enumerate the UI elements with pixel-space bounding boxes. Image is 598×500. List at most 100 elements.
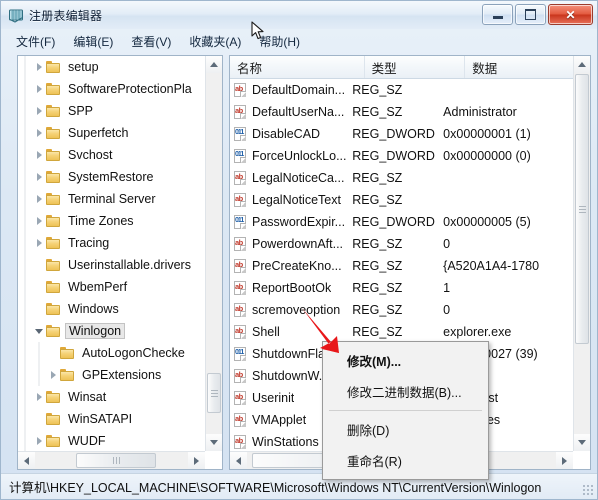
tree-item-wbemperf[interactable]: WbemPerf — [18, 276, 205, 298]
table-row[interactable]: ab scremoveoption REG_SZ 0 — [230, 299, 573, 321]
tree-vertical-scrollbar[interactable] — [205, 56, 222, 451]
tree-hscroll-thumb[interactable] — [76, 453, 156, 468]
expand-arrow-icon[interactable] — [32, 100, 46, 122]
table-row[interactable]: ab PreCreateKno... REG_SZ {A520A1A4-1780 — [230, 255, 573, 277]
table-row[interactable]: 011 PasswordExpir... REG_DWORD 0x00000005 (… — [230, 211, 573, 233]
table-row[interactable]: 011 DisableCAD REG_DWORD 0x00000001 (1) — [230, 123, 573, 145]
tree-scroll-right-button[interactable] — [188, 452, 205, 469]
menu-help[interactable]: 帮助(H) — [250, 30, 309, 53]
expand-arrow-icon[interactable] — [32, 210, 46, 232]
maximize-button[interactable] — [515, 4, 546, 25]
tree-scroll-left-button[interactable] — [18, 452, 35, 469]
column-name[interactable]: 名称 — [230, 56, 365, 78]
context-rename[interactable]: 重命名(R) — [323, 445, 488, 476]
value-name-text: ForceUnlockLo... — [252, 149, 347, 163]
tree-scroll-up-button[interactable] — [206, 56, 222, 73]
tree-item-systemrestore[interactable]: SystemRestore — [18, 166, 205, 188]
title-bar[interactable]: 注册表编辑器 ✕ — [1, 1, 597, 29]
tree-item-autologonchecke[interactable]: AutoLogonChecke — [18, 342, 205, 364]
table-row[interactable]: ab Shell REG_SZ explorer.exe — [230, 321, 573, 343]
tree-scroll-down-button[interactable] — [206, 434, 222, 451]
collapse-arrow-icon[interactable] — [32, 320, 46, 342]
expand-arrow-icon[interactable] — [32, 144, 46, 166]
context-modify[interactable]: 修改(M)... — [323, 345, 488, 376]
list-scroll-down-button[interactable] — [574, 434, 590, 451]
expand-arrow-icon[interactable] — [32, 56, 46, 78]
tree-item-winlogon[interactable]: Winlogon — [18, 320, 205, 342]
tree-item-softwareprotectionpla[interactable]: SoftwareProtectionPla — [18, 78, 205, 100]
value-data-cell: 0x00000005 (5) — [443, 215, 531, 229]
menu-favorites[interactable]: 收藏夹(A) — [180, 30, 250, 53]
tree-item-label: Superfetch — [68, 126, 129, 140]
tree-item-winsatapi[interactable]: WinSATAPI — [18, 408, 205, 430]
chevron-down-icon — [210, 440, 218, 445]
menu-file[interactable]: 文件(F) — [7, 30, 64, 53]
tree-scroll-area[interactable]: setup SoftwareProtectionPla SPP Superfetch S… — [18, 56, 205, 451]
expand-arrow-icon[interactable] — [32, 386, 46, 408]
column-type[interactable]: 类型 — [365, 56, 466, 78]
close-button[interactable]: ✕ — [548, 4, 593, 25]
table-row[interactable]: ab PowerdownAft... REG_SZ 0 — [230, 233, 573, 255]
list-scroll-left-button[interactable] — [230, 452, 247, 469]
tree-item-label: WbemPerf — [68, 280, 128, 294]
list-scroll-thumb[interactable] — [575, 74, 589, 344]
tree-item-userinstallable-drivers[interactable]: Userinstallable.drivers — [18, 254, 205, 276]
triangle-right-icon — [36, 107, 42, 115]
tree-item-setup[interactable]: setup — [18, 56, 205, 78]
list-scroll-up-button[interactable] — [574, 56, 590, 73]
column-data[interactable]: 数据 — [465, 56, 573, 78]
chevron-left-icon — [236, 456, 241, 465]
tree-item-winsat[interactable]: Winsat — [18, 386, 205, 408]
tree-item-windows[interactable]: Windows — [18, 298, 205, 320]
menu-view[interactable]: 查看(V) — [122, 30, 180, 53]
chevron-up-icon — [210, 62, 218, 67]
dword-value-icon: 011 — [233, 126, 248, 142]
chevron-right-icon — [562, 456, 567, 465]
expand-arrow-icon[interactable] — [32, 232, 46, 254]
expand-arrow-icon[interactable] — [32, 430, 46, 451]
value-name-text: Shell — [252, 325, 280, 339]
tree-item-label: Terminal Server — [68, 192, 156, 206]
dword-value-icon: 011 — [233, 346, 248, 362]
table-row[interactable]: ab ReportBootOk REG_SZ 1 — [230, 277, 573, 299]
tree-item-terminal-server[interactable]: Terminal Server — [18, 188, 205, 210]
tree-item-tracing[interactable]: Tracing — [18, 232, 205, 254]
dword-value-icon: 011 — [233, 148, 248, 164]
table-row[interactable]: ab DefaultDomain... REG_SZ — [230, 79, 573, 101]
expand-arrow-icon[interactable] — [32, 166, 46, 188]
tree-item-svchost[interactable]: Svchost — [18, 144, 205, 166]
list-scroll-right-button[interactable] — [556, 452, 573, 469]
expand-arrow-icon[interactable] — [32, 188, 46, 210]
triangle-right-icon — [36, 217, 42, 225]
string-value-icon: ab — [233, 258, 248, 274]
resize-grip-icon[interactable] — [582, 484, 594, 496]
tree-item-time-zones[interactable]: Time Zones — [18, 210, 205, 232]
tree-item-superfetch[interactable]: Superfetch — [18, 122, 205, 144]
tree-item-label: WUDF — [68, 434, 106, 448]
window-title: 注册表编辑器 — [29, 8, 103, 23]
context-delete[interactable]: 删除(D) — [323, 414, 488, 445]
tree-item-wudf[interactable]: WUDF — [18, 430, 205, 451]
tree-horizontal-scrollbar[interactable] — [18, 451, 205, 469]
minimize-button[interactable] — [482, 4, 513, 25]
table-row[interactable]: ab LegalNoticeCa... REG_SZ — [230, 167, 573, 189]
list-vertical-scrollbar[interactable] — [573, 56, 590, 451]
tree-item-label: AutoLogonChecke — [82, 346, 185, 360]
maximize-icon — [525, 9, 536, 20]
expand-arrow-icon[interactable] — [46, 364, 60, 386]
menu-edit[interactable]: 编辑(E) — [64, 30, 122, 53]
value-data-cell: 0x00000000 (0) — [443, 149, 531, 163]
value-type-cell: REG_SZ — [352, 193, 403, 207]
close-icon: ✕ — [565, 7, 576, 22]
expand-arrow-icon[interactable] — [32, 78, 46, 100]
expand-arrow-icon[interactable] — [32, 122, 46, 144]
tree-scroll-thumb[interactable] — [207, 373, 221, 413]
table-row[interactable]: ab LegalNoticeText REG_SZ — [230, 189, 573, 211]
tree-item-spp[interactable]: SPP — [18, 100, 205, 122]
tree-indent-guide — [18, 188, 32, 210]
table-row[interactable]: 011 ForceUnlockLo... REG_DWORD 0x00000000 (… — [230, 145, 573, 167]
tree-item-gpextensions[interactable]: GPExtensions — [18, 364, 205, 386]
context-modify-binary[interactable]: 修改二进制数据(B)... — [323, 376, 488, 407]
table-row[interactable]: ab DefaultUserNa... REG_SZ Administrator — [230, 101, 573, 123]
chevron-down-icon — [578, 440, 586, 445]
